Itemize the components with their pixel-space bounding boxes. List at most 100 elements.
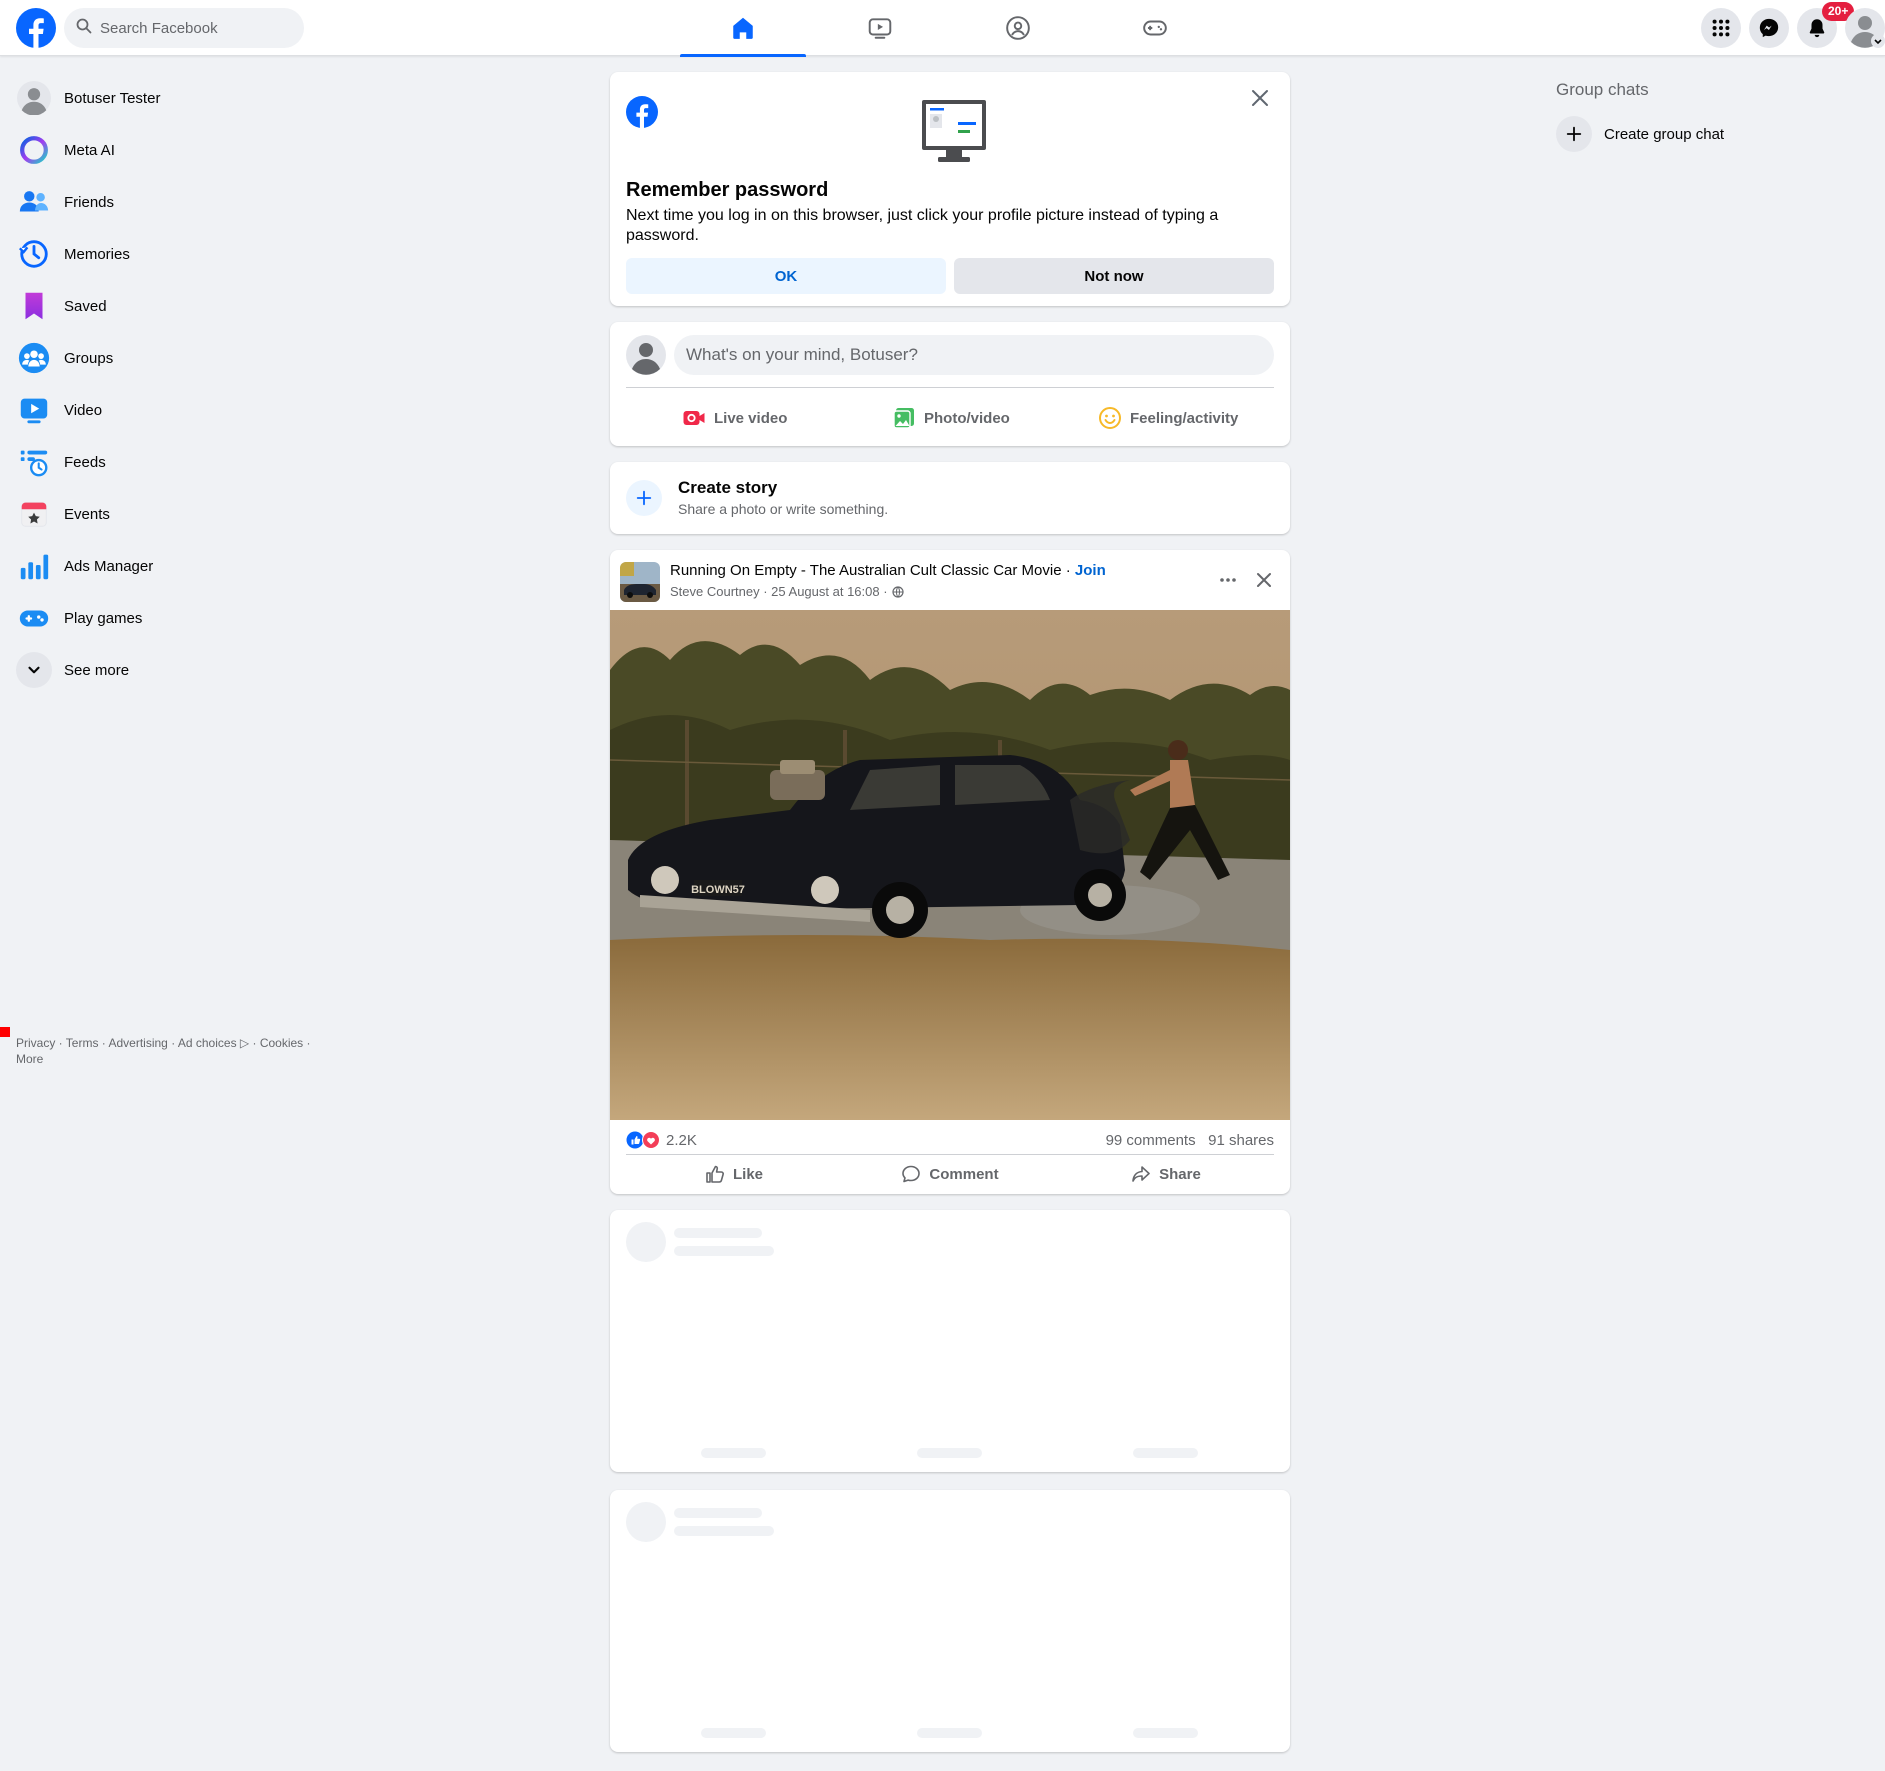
footer-ad-choices-link[interactable]: Ad choices: [178, 1036, 237, 1050]
tab-gaming[interactable]: [1092, 0, 1218, 56]
create-story-card[interactable]: Create story Share a photo or write some…: [610, 462, 1290, 534]
sidebar-item-friends[interactable]: Friends: [8, 176, 348, 228]
license-plate: BLOWN57: [691, 884, 745, 896]
ok-button[interactable]: OK: [626, 258, 946, 294]
loading-post-placeholder: [610, 1490, 1290, 1752]
footer-privacy-link[interactable]: Privacy: [16, 1036, 55, 1050]
join-link[interactable]: Join: [1075, 562, 1106, 579]
sidebar-item-label: Feeds: [64, 453, 106, 471]
skeleton-line: [1133, 1728, 1198, 1738]
photo-video-button[interactable]: Photo/video: [892, 402, 1010, 434]
remember-password-title: Remember password: [626, 179, 829, 201]
tab-groups[interactable]: [955, 0, 1081, 56]
messenger-button[interactable]: [1749, 8, 1789, 48]
sidebar-item-label: Groups: [64, 349, 114, 367]
live-video-icon: [683, 411, 705, 425]
footer-cookies-link[interactable]: Cookies: [260, 1036, 303, 1050]
sidebar-item-groups[interactable]: Groups: [8, 332, 348, 384]
sidebar-item-memories[interactable]: Memories: [8, 228, 348, 280]
live-video-button[interactable]: Live video: [682, 402, 787, 434]
footer-terms-link[interactable]: Terms: [66, 1036, 99, 1050]
bell-icon: [1809, 19, 1825, 38]
calendar-icon: [16, 496, 52, 532]
comment-label: Comment: [929, 1165, 999, 1183]
sidebar-item-label: Friends: [64, 193, 115, 211]
tab-home[interactable]: [680, 0, 806, 57]
group-avatar[interactable]: [620, 562, 660, 602]
search-box[interactable]: [64, 8, 304, 48]
sidebar-item-profile[interactable]: Botuser Tester: [8, 72, 348, 124]
whats-on-your-mind-input[interactable]: What's on your mind, Botuser?: [674, 335, 1274, 375]
sidebar-item-label: Ads Manager: [64, 557, 154, 575]
not-now-button[interactable]: Not now: [954, 258, 1274, 294]
skeleton-avatar: [626, 1502, 666, 1542]
share-button[interactable]: Share: [1058, 1158, 1274, 1190]
loading-post-placeholder: [610, 1210, 1290, 1472]
facebook-logo-icon[interactable]: [16, 8, 56, 48]
post-header: Running On Empty - The Australian Cult C…: [670, 562, 1106, 579]
facebook-logo-icon: [626, 96, 658, 128]
share-label: Share: [1159, 1165, 1201, 1183]
author-name-link[interactable]: Steve Courtney: [670, 584, 760, 599]
create-story-subtitle: Share a photo or write something.: [678, 501, 889, 517]
monitor-illustration-icon: [920, 98, 988, 164]
group-name-link[interactable]: Running On Empty - The Australian Cult C…: [670, 562, 1062, 579]
post-timestamp[interactable]: 25 August at 16:08: [771, 584, 879, 599]
photo-video-label: Photo/video: [924, 409, 1010, 427]
post-stats: 2.2K 99 comments 91 shares: [626, 1128, 1274, 1152]
more-options-icon[interactable]: [1210, 562, 1246, 598]
post-meta: Steve Courtney · 25 August at 16:08 ·: [670, 584, 904, 599]
love-reaction-icon: [642, 1131, 660, 1149]
sidebar-item-label: Saved: [64, 297, 107, 315]
like-button[interactable]: Like: [626, 1158, 842, 1190]
skeleton-avatar: [626, 1222, 666, 1262]
sidebar-item-label: Meta AI: [64, 141, 115, 159]
friends-icon: [16, 184, 52, 220]
footer-advertising-link[interactable]: Advertising: [108, 1036, 167, 1050]
sidebar-item-video[interactable]: Video: [8, 384, 348, 436]
skeleton-line: [674, 1508, 762, 1518]
sidebar-item-ads-manager[interactable]: Ads Manager: [8, 540, 348, 592]
sidebar-item-play-games[interactable]: Play games: [8, 592, 348, 644]
sidebar-item-meta-ai[interactable]: Meta AI: [8, 124, 348, 176]
search-input[interactable]: [100, 19, 290, 37]
ad-choices-icon: ▷: [239, 1036, 250, 1050]
tab-video[interactable]: [817, 0, 943, 56]
grid-menu-icon: [1712, 19, 1730, 37]
share-icon: [1132, 1166, 1150, 1182]
comment-button[interactable]: Comment: [842, 1158, 1058, 1190]
post-photo[interactable]: BLOWN57: [610, 610, 1290, 1120]
gamepad-icon: [16, 600, 52, 636]
comment-icon: [902, 1165, 921, 1183]
footer-more-link[interactable]: More: [16, 1052, 43, 1066]
account-avatar[interactable]: [1845, 8, 1885, 48]
clock-history-icon: [16, 236, 52, 272]
avatar[interactable]: [626, 335, 666, 375]
sidebar-item-feeds[interactable]: Feeds: [8, 436, 348, 488]
comments-count[interactable]: 99 comments: [1106, 1132, 1196, 1149]
close-icon[interactable]: [1246, 84, 1274, 112]
post-composer: What's on your mind, Botuser? Live video…: [610, 322, 1290, 446]
skeleton-line: [917, 1728, 982, 1738]
sidebar-item-see-more[interactable]: See more: [8, 644, 348, 696]
feed-post: Running On Empty - The Australian Cult C…: [610, 550, 1290, 1194]
remember-password-body: Next time you log in on this browser, ju…: [626, 207, 1219, 244]
smiley-icon: [1099, 407, 1121, 429]
shares-count[interactable]: 91 shares: [1208, 1132, 1274, 1149]
feeling-activity-button[interactable]: Feeling/activity: [1098, 402, 1238, 434]
menu-button[interactable]: [1701, 8, 1741, 48]
create-group-chat-button[interactable]: Create group chat: [1556, 116, 1724, 152]
meta-ai-icon: [16, 132, 52, 168]
sidebar-item-saved[interactable]: Saved: [8, 280, 348, 332]
like-label: Like: [732, 1165, 763, 1183]
reactions-summary[interactable]: 2.2K: [626, 1131, 697, 1149]
home-icon: [733, 17, 753, 39]
plus-icon: [626, 480, 662, 516]
skeleton-line: [674, 1228, 762, 1238]
skeleton-line: [674, 1246, 774, 1256]
sidebar-item-label: Video: [64, 401, 103, 419]
skeleton-line: [701, 1448, 766, 1458]
close-icon[interactable]: [1246, 562, 1282, 598]
skeleton-line: [701, 1728, 766, 1738]
sidebar-item-events[interactable]: Events: [8, 488, 348, 540]
